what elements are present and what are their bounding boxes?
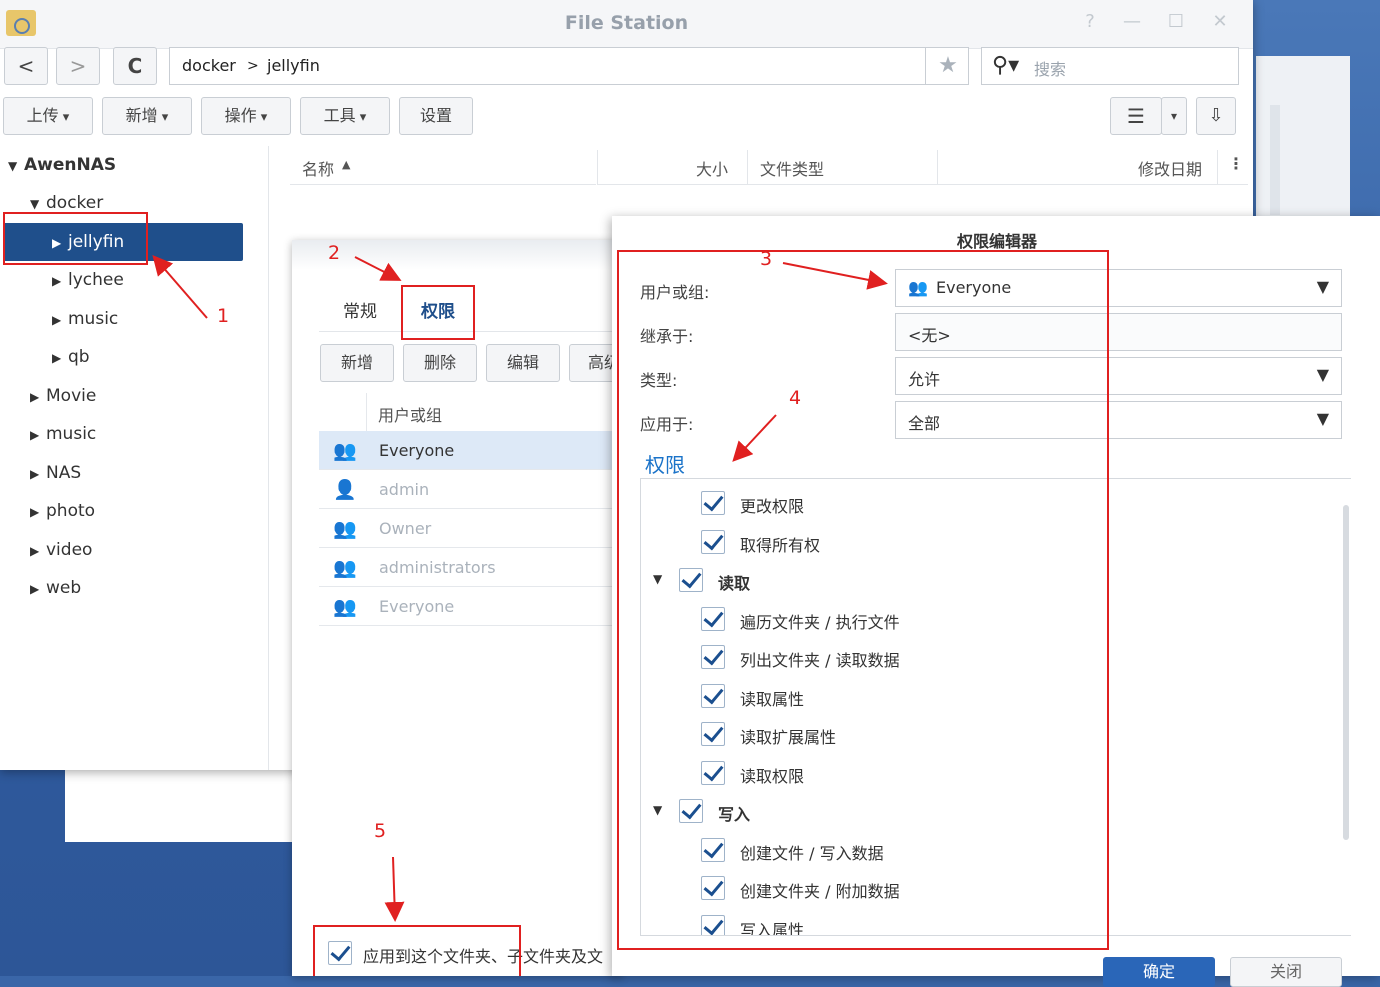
annotation-arrow-1 bbox=[152, 254, 208, 319]
annotation-arrows bbox=[152, 254, 888, 922]
annotation-arrow-2 bbox=[354, 256, 402, 281]
annotation-arrow-5 bbox=[384, 856, 405, 922]
annotation-arrow-3 bbox=[782, 262, 888, 290]
annotation-arrow-4 bbox=[732, 414, 777, 462]
